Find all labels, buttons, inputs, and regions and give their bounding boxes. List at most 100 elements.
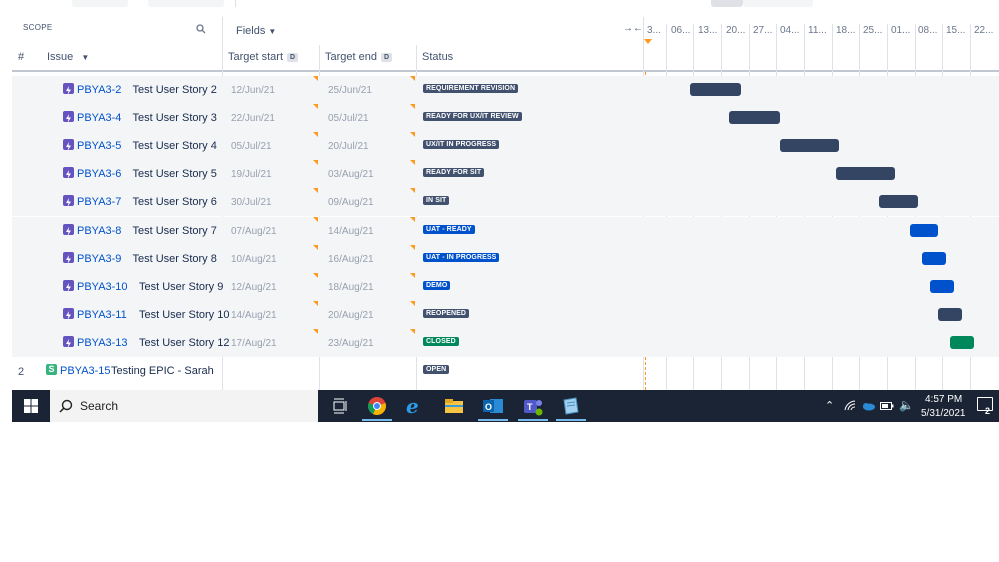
target-start-date[interactable]: 14/Aug/21 — [231, 310, 277, 321]
timeline-bar[interactable] — [729, 111, 781, 125]
search-icon[interactable] — [196, 24, 206, 34]
status-lozenge[interactable]: UAT - READY — [423, 224, 475, 234]
issue-key-link[interactable]: PBYA3-2 — [77, 84, 121, 96]
issue-summary[interactable]: Testing EPIC - Sarah — [111, 365, 214, 377]
timeline-bar[interactable] — [910, 223, 939, 237]
target-start-date[interactable]: 10/Aug/21 — [231, 254, 277, 265]
issue-key-link[interactable]: PBYA3-5 — [77, 140, 121, 152]
target-start-date[interactable]: 12/Aug/21 — [231, 282, 277, 293]
status-lozenge[interactable]: UX/IT IN PROGRESS — [423, 140, 500, 150]
status-lozenge[interactable]: IN SIT — [423, 196, 450, 206]
table-row[interactable]: PBYA3-9 Test User Story 8 10/Aug/21 16/Aug/… — [12, 244, 999, 273]
issue-summary[interactable]: Test User Story 4 — [133, 140, 217, 152]
col-issue[interactable]: Issue ▼ — [47, 51, 89, 63]
issue-key-link[interactable]: PBYA3-6 — [77, 168, 121, 180]
timeline-bar[interactable] — [835, 167, 895, 181]
outlook-icon[interactable]: O — [481, 394, 505, 418]
status-lozenge[interactable]: OPEN — [423, 365, 450, 374]
collapse-arrows-icon[interactable]: →← — [623, 23, 643, 34]
taskbar-search-box[interactable]: Search — [50, 390, 318, 422]
timeline-bar[interactable] — [949, 335, 974, 349]
file-explorer-icon[interactable] — [442, 394, 466, 418]
status-lozenge[interactable]: CLOSED — [423, 336, 459, 346]
fields-button[interactable]: Fields ▼ — [236, 25, 276, 37]
target-end-date[interactable]: 20/Jul/21 — [328, 141, 369, 152]
timeline-bar[interactable] — [780, 139, 840, 153]
target-end-date[interactable]: 18/Aug/21 — [328, 282, 374, 293]
target-end-date[interactable]: 16/Aug/21 — [328, 254, 374, 265]
battery-icon[interactable] — [880, 402, 894, 410]
issue-summary[interactable]: Test User Story 12 — [139, 337, 229, 349]
issue-key-link[interactable]: PBYA3-7 — [77, 196, 121, 208]
wifi-icon[interactable] — [844, 400, 856, 412]
teams-icon[interactable]: T — [521, 394, 545, 418]
issue-summary[interactable]: Test User Story 3 — [133, 112, 217, 124]
chevron-up-icon[interactable]: ⌃ — [825, 399, 834, 412]
issue-summary[interactable]: Test User Story 7 — [133, 225, 217, 237]
target-end-date[interactable]: 20/Aug/21 — [328, 310, 374, 321]
status-lozenge[interactable]: REOPENED — [423, 308, 470, 318]
status-lozenge[interactable]: READY FOR UX/IT REVIEW — [423, 112, 522, 122]
table-row[interactable]: PBYA3-8 Test User Story 7 07/Aug/21 14/Aug/… — [12, 216, 999, 245]
target-start-date[interactable]: 05/Jul/21 — [231, 141, 272, 152]
table-row[interactable]: PBYA3-2 Test User Story 2 12/Jun/21 25/Jun/… — [12, 76, 999, 104]
issue-summary[interactable]: Test User Story 10 — [139, 309, 229, 321]
top-tab[interactable] — [743, 0, 813, 7]
col-status[interactable]: Status — [422, 51, 453, 63]
target-end-date[interactable]: 25/Jun/21 — [328, 85, 372, 96]
timeline-bar[interactable] — [878, 195, 919, 209]
col-target-start[interactable]: Target start D — [228, 51, 299, 63]
timeline-bar[interactable] — [930, 279, 954, 293]
issue-summary[interactable]: Test User Story 8 — [133, 253, 217, 265]
table-row[interactable]: PBYA3-11 Test User Story 10 14/Aug/21 20/Au… — [12, 300, 999, 329]
col-target-end[interactable]: Target end D — [325, 51, 393, 63]
windows-start-icon[interactable] — [24, 399, 38, 413]
target-start-date[interactable]: 12/Jun/21 — [231, 85, 275, 96]
issue-key-link[interactable]: PBYA3-13 — [77, 337, 128, 349]
timeline-bar[interactable] — [938, 307, 962, 321]
issue-key-link[interactable]: PBYA3-9 — [77, 253, 121, 265]
issue-summary[interactable]: Test User Story 6 — [133, 196, 217, 208]
table-row[interactable]: PBYA3-4 Test User Story 3 22/Jun/21 05/Jul/… — [12, 104, 999, 133]
table-row[interactable]: PBYA3-5 Test User Story 4 05/Jul/21 20/Jul/… — [12, 132, 999, 161]
status-lozenge[interactable]: READY FOR SIT — [423, 168, 485, 178]
target-end-date[interactable]: 09/Aug/21 — [328, 197, 374, 208]
target-end-date[interactable]: 14/Aug/21 — [328, 226, 374, 237]
volume-icon[interactable]: 🔈 — [899, 398, 914, 412]
issue-key-link[interactable]: PBYA3-10 — [77, 281, 128, 293]
table-row[interactable]: PBYA3-13 Test User Story 12 17/Aug/21 23/Au… — [12, 328, 999, 357]
top-tab[interactable] — [711, 0, 743, 7]
status-lozenge[interactable]: REQUIREMENT REVISION — [423, 84, 519, 93]
target-start-date[interactable]: 30/Jul/21 — [231, 197, 272, 208]
issue-summary[interactable]: Test User Story 5 — [133, 168, 217, 180]
issue-summary[interactable]: Test User Story 9 — [139, 281, 223, 293]
timeline-bar[interactable] — [689, 83, 741, 96]
issue-key-link[interactable]: PBYA3-11 — [77, 309, 127, 321]
notepad-icon[interactable] — [559, 394, 583, 418]
onedrive-icon[interactable] — [861, 401, 875, 411]
target-end-date[interactable]: 23/Aug/21 — [328, 338, 374, 349]
top-tab[interactable] — [72, 0, 128, 7]
status-lozenge[interactable]: DEMO — [423, 280, 451, 290]
table-row[interactable]: PBYA3-10 Test User Story 9 12/Aug/21 18/Aug… — [12, 272, 999, 301]
edge-icon[interactable]: e — [403, 394, 427, 418]
issue-key-link[interactable]: PBYA3-15 — [60, 365, 111, 377]
table-row[interactable]: PBYA3-6 Test User Story 5 19/Jul/21 03/Aug/… — [12, 160, 999, 189]
task-view-icon[interactable] — [329, 394, 353, 418]
issue-summary[interactable]: Test User Story 2 — [133, 84, 217, 96]
clock-time[interactable]: 4:57 PM — [925, 394, 962, 405]
issue-key-link[interactable]: PBYA3-4 — [77, 112, 121, 124]
target-start-date[interactable]: 19/Jul/21 — [231, 169, 272, 180]
table-row[interactable]: PBYA3-7 Test User Story 6 30/Jul/21 09/Aug/… — [12, 188, 999, 217]
timeline-bar[interactable] — [922, 251, 946, 265]
clock-date[interactable]: 5/31/2021 — [921, 408, 966, 419]
table-row[interactable]: 2 S PBYA3-15 Testing EPIC - Sarah OPEN — [12, 357, 999, 385]
chrome-icon[interactable] — [365, 394, 389, 418]
target-start-date[interactable]: 17/Aug/21 — [231, 338, 277, 349]
target-start-date[interactable]: 22/Jun/21 — [231, 113, 275, 124]
target-start-date[interactable]: 07/Aug/21 — [231, 226, 277, 237]
issue-key-link[interactable]: PBYA3-8 — [77, 225, 121, 237]
top-tab[interactable] — [148, 0, 224, 7]
status-lozenge[interactable]: UAT - IN PROGRESS — [423, 252, 500, 262]
target-end-date[interactable]: 05/Jul/21 — [328, 113, 369, 124]
